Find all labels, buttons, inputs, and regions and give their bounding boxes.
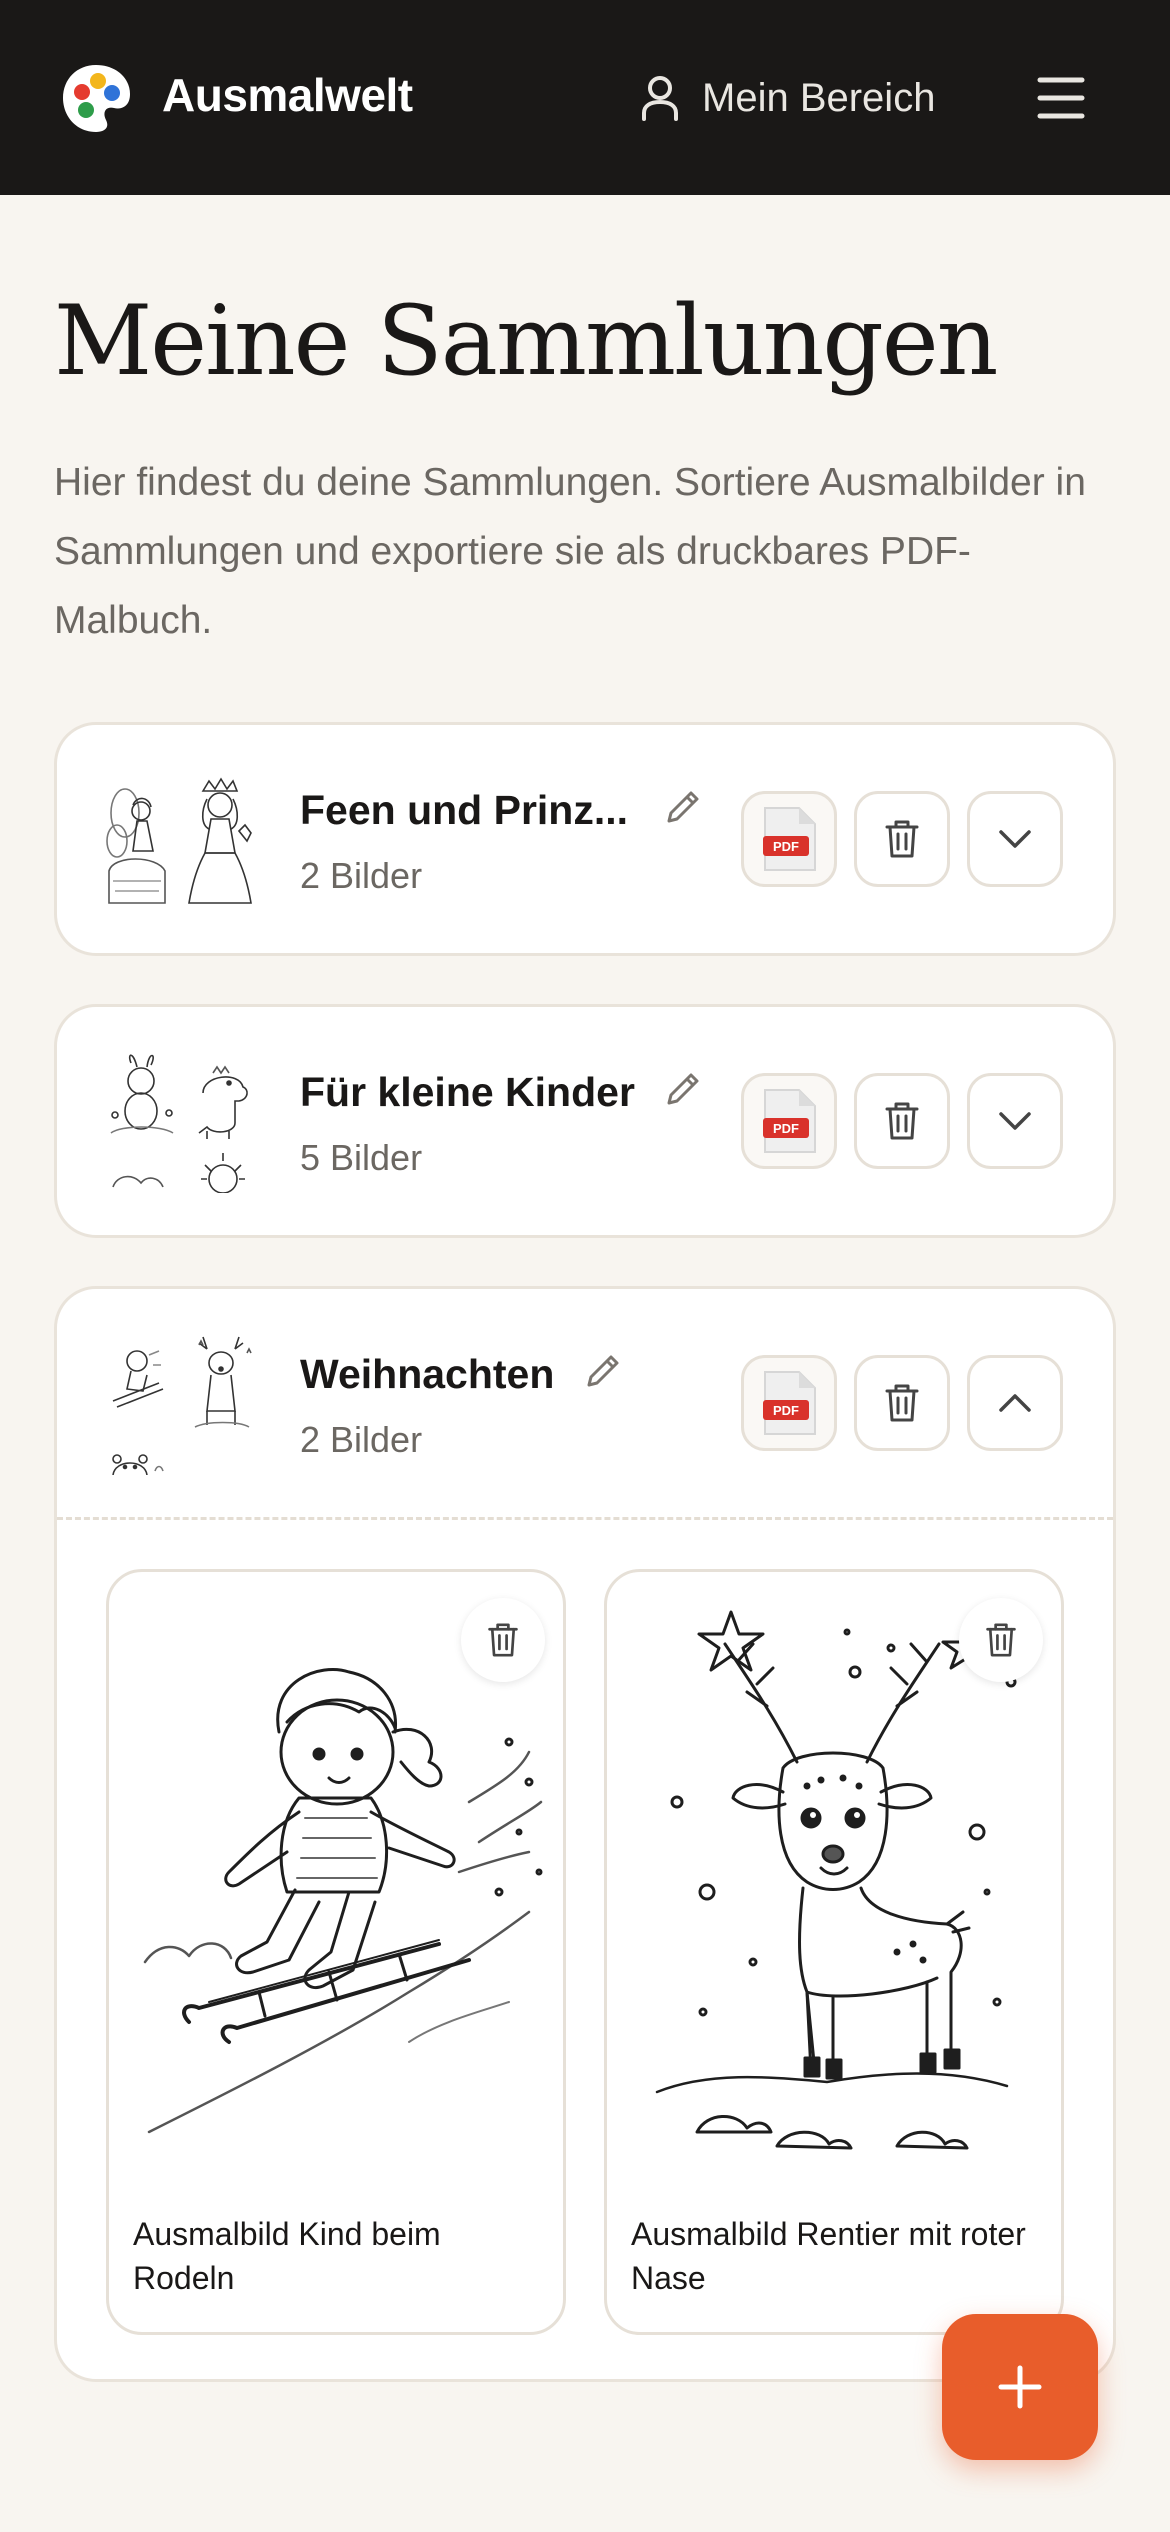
pdf-badge-text: PDF <box>773 1403 799 1418</box>
account-label: Mein Bereich <box>702 75 936 120</box>
trash-icon <box>885 1102 919 1140</box>
collection-image-card[interactable]: Ausmalbild Kind beim Rodeln <box>106 1569 566 2335</box>
collection-card: Feen und Prinz... 2 Bilder PDF <box>54 722 1116 956</box>
collection-image-card[interactable]: Ausmalbild Rentier mit roter Nase <box>604 1569 1064 2335</box>
collection-thumbnails <box>103 1053 263 1194</box>
pdf-badge-text: PDF <box>773 839 799 854</box>
expand-collection-button[interactable] <box>967 1073 1063 1169</box>
delete-collection-button[interactable] <box>854 791 950 887</box>
chevron-down-icon <box>999 1112 1031 1130</box>
edit-pencil-icon[interactable] <box>663 787 703 827</box>
trash-icon <box>885 1384 919 1422</box>
page-title: Meine Sammlungen <box>54 285 998 397</box>
image-caption: Ausmalbild Rentier mit roter Nase <box>631 2216 1026 2296</box>
collection-card: Für kleine Kinder 5 Bilder PDF <box>54 1004 1116 1238</box>
edit-pencil-icon[interactable] <box>583 1351 623 1391</box>
pdf-badge-text: PDF <box>773 1121 799 1136</box>
collection-title: Feen und Prinz... <box>300 787 629 833</box>
collection-thumbnails <box>103 771 263 911</box>
collection-title: Weihnachten <box>300 1351 555 1397</box>
top-navigation-bar: Ausmalwelt Mein Bereich <box>0 0 1170 195</box>
trash-icon <box>488 1623 518 1657</box>
collection-divider <box>57 1517 1113 1520</box>
collection-title: Für kleine Kinder <box>300 1069 635 1115</box>
expand-collection-button[interactable] <box>967 791 1063 887</box>
ausmalwelt-logo-icon[interactable] <box>60 62 132 134</box>
trash-icon <box>986 1623 1016 1657</box>
export-pdf-button[interactable]: PDF <box>741 1355 837 1451</box>
trash-icon <box>885 820 919 858</box>
image-caption: Ausmalbild Kind beim Rodeln <box>133 2216 441 2296</box>
collection-image-count: 5 Bilder <box>300 1137 423 1178</box>
collection-card-expanded: Weihnachten 2 Bilder PDF Ausmalbild Kind… <box>54 1286 1116 2382</box>
plus-icon <box>998 2365 1042 2409</box>
collection-thumbnails <box>103 1335 263 1476</box>
collection-image-count: 2 Bilder <box>300 1419 423 1460</box>
page-intro-text: Hier findest du deine Sammlungen. Sortie… <box>54 461 1086 642</box>
collection-image-count: 2 Bilder <box>300 855 423 896</box>
export-pdf-button[interactable]: PDF <box>741 791 837 887</box>
account-link[interactable]: Mein Bereich <box>640 64 935 132</box>
chevron-down-icon <box>999 830 1031 848</box>
remove-image-button[interactable] <box>959 1598 1043 1682</box>
add-collection-button[interactable] <box>942 2314 1098 2460</box>
pdf-file-icon: PDF <box>763 1371 816 1435</box>
pdf-file-icon: PDF <box>763 1089 816 1153</box>
hamburger-menu-icon[interactable] <box>1030 70 1092 126</box>
user-icon <box>642 76 678 121</box>
collection-header[interactable]: Für kleine Kinder 5 Bilder <box>57 1007 1113 1235</box>
pdf-file-icon: PDF <box>763 807 816 871</box>
chevron-up-icon <box>999 1394 1031 1412</box>
collection-header[interactable]: Weihnachten 2 Bilder <box>57 1289 1113 1517</box>
brand-name[interactable]: Ausmalwelt <box>162 68 413 122</box>
export-pdf-button[interactable]: PDF <box>741 1073 837 1169</box>
delete-collection-button[interactable] <box>854 1073 950 1169</box>
collapse-collection-button[interactable] <box>967 1355 1063 1451</box>
collection-header[interactable]: Feen und Prinz... 2 Bilder <box>57 725 1113 953</box>
edit-pencil-icon[interactable] <box>663 1069 703 1109</box>
remove-image-button[interactable] <box>461 1598 545 1682</box>
delete-collection-button[interactable] <box>854 1355 950 1451</box>
